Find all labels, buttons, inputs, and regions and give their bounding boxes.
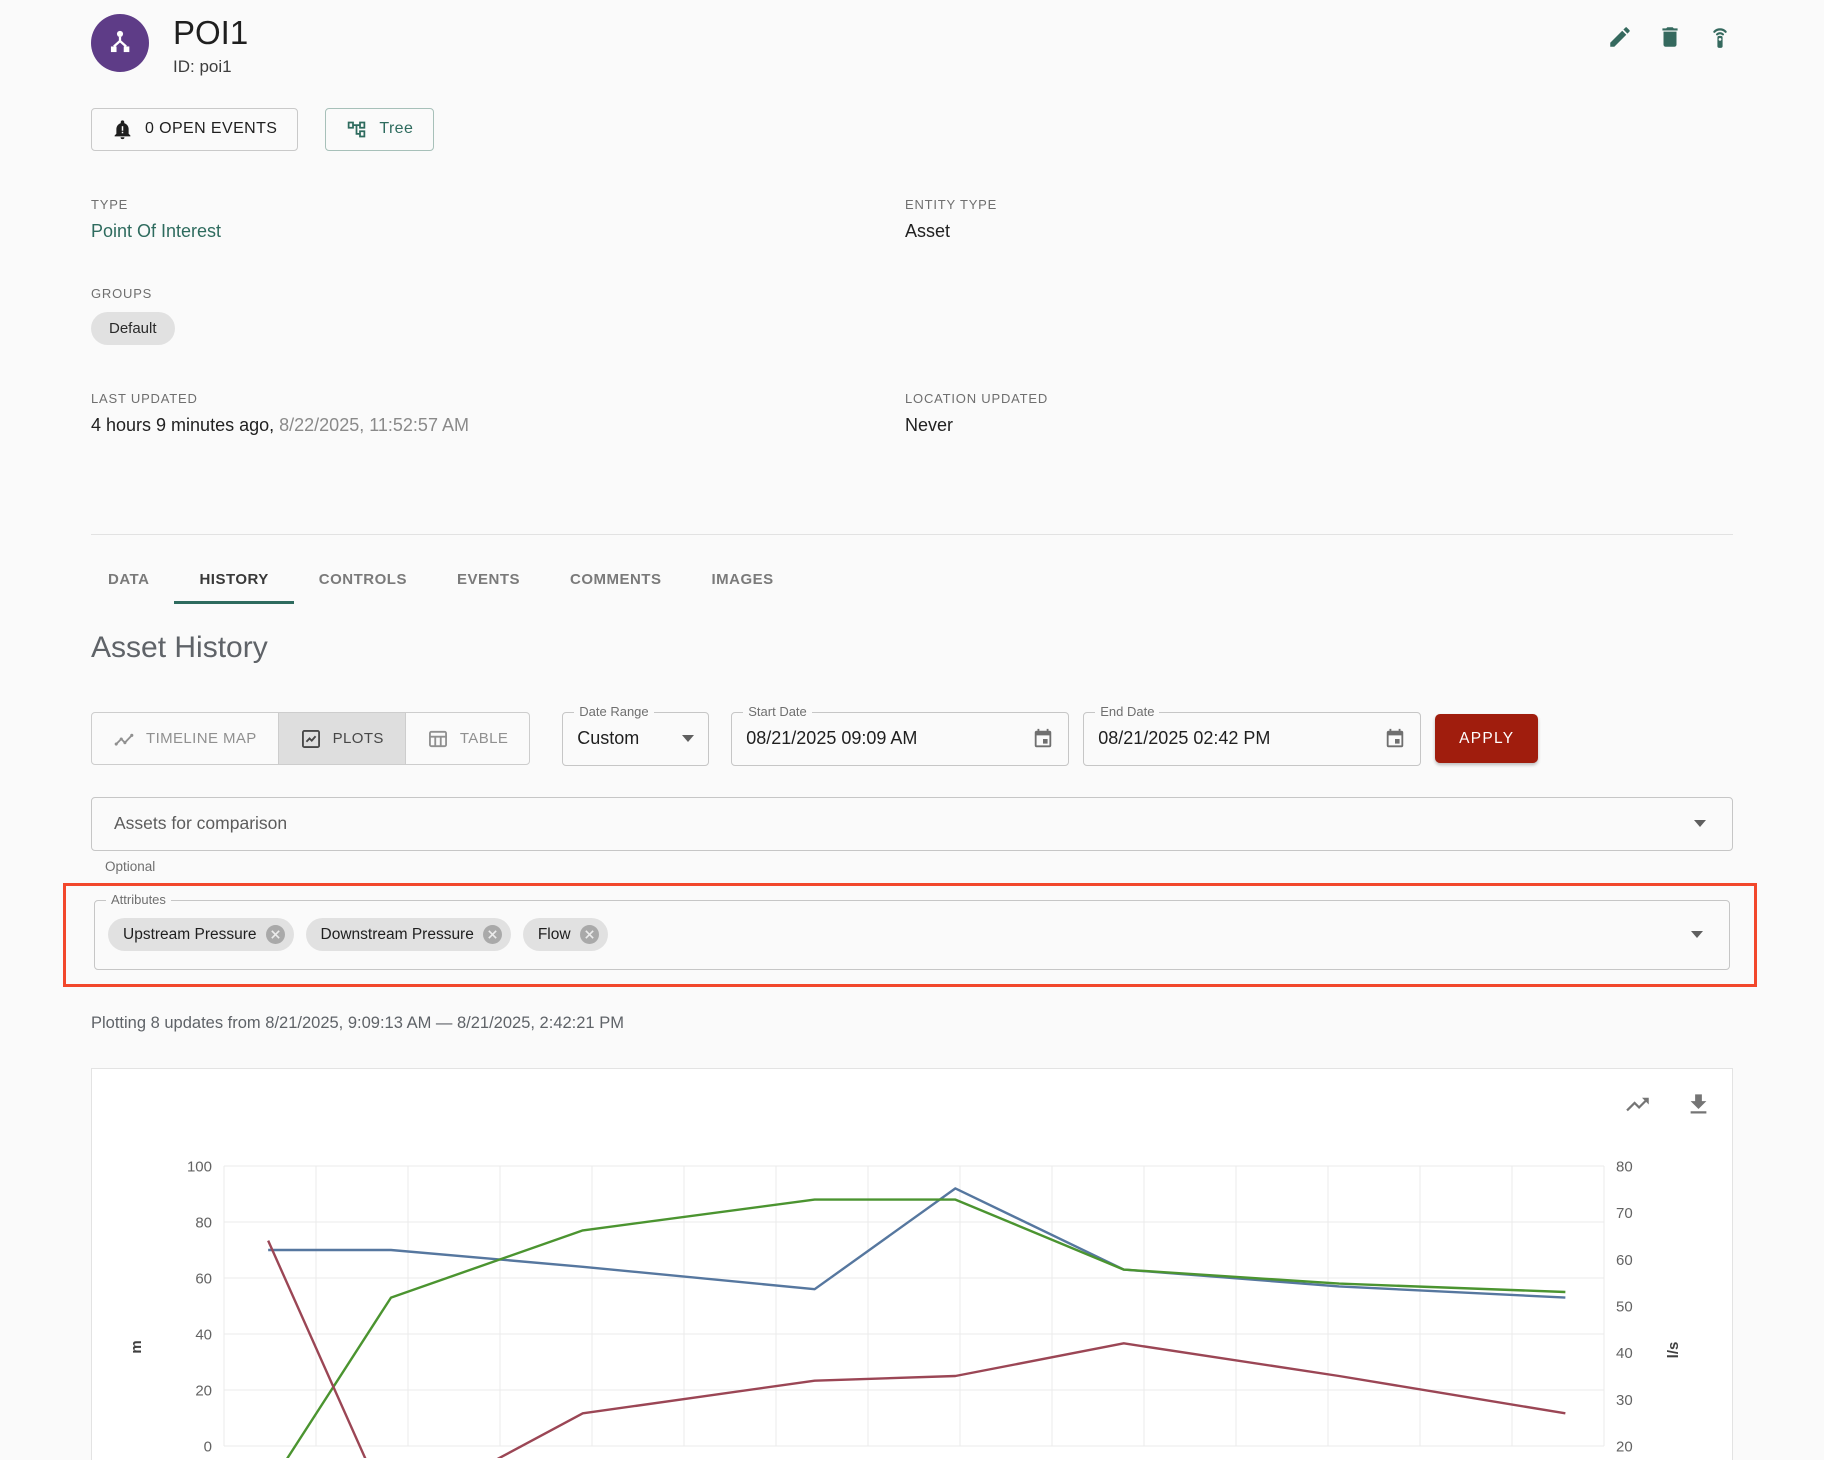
pencil-icon [1607,24,1633,50]
plot-icon [300,728,322,750]
asset-detail-page: POI1 ID: poi1 [0,0,1824,1460]
svg-text:40: 40 [1616,1345,1633,1362]
toggle-table[interactable]: TABLE [405,712,530,765]
history-line-chart: 100 80 60 40 20 0 80 70 60 50 40 30 20 m l/s [92,1069,1734,1458]
start-date-input[interactable]: Start Date 08/21/2025 09:09 AM [731,712,1069,766]
svg-text:100: 100 [187,1158,212,1175]
chip-close-icon[interactable] [483,925,502,944]
svg-text:l/s: l/s [1665,1342,1682,1359]
table-icon [427,728,449,750]
svg-text:40: 40 [195,1326,212,1343]
svg-text:80: 80 [195,1214,212,1231]
location-updated-value: Never [905,415,1733,436]
date-range-label: Date Range [574,704,653,719]
avatar [91,14,149,72]
svg-text:20: 20 [1616,1438,1633,1455]
svg-text:50: 50 [1616,1298,1633,1315]
attribute-chip-downstream-pressure[interactable]: Downstream Pressure [306,918,511,951]
delete-button[interactable] [1657,24,1683,50]
tree-icon [346,119,367,140]
optional-helper: Optional [105,859,1733,874]
svg-text:60: 60 [1616,1252,1633,1269]
chevron-down-icon [682,735,694,742]
view-toggle-group: TIMELINE MAP PLOTS TABLE [91,712,530,765]
trending-up-icon[interactable] [1624,1091,1651,1118]
sensor-button[interactable] [1707,24,1733,50]
annotation-highlight-box: Attributes Upstream Pressure Downstream … [63,883,1757,987]
chip-close-icon[interactable] [266,925,285,944]
tab-comments[interactable]: COMMENTS [545,556,687,604]
chevron-down-icon [1694,820,1706,827]
open-events-label: 0 OPEN EVENTS [145,120,277,138]
entity-type-label: ENTITY TYPE [905,197,1733,212]
attribute-chip-flow[interactable]: Flow [523,918,608,951]
header-actions [1607,14,1733,50]
open-events-button[interactable]: 0 OPEN EVENTS [91,108,298,151]
start-date-value: 08/21/2025 09:09 AM [746,728,917,749]
history-toolbar: TIMELINE MAP PLOTS TABLE Date Range Cust… [91,712,1733,766]
toggle-timeline-map[interactable]: TIMELINE MAP [91,712,279,765]
plot-summary: Plotting 8 updates from 8/21/2025, 9:09:… [91,1014,1733,1033]
header: POI1 ID: poi1 [91,0,1733,77]
type-label: TYPE [91,197,905,212]
chart-panel: 100 80 60 40 20 0 80 70 60 50 40 30 20 m l/s [91,1068,1733,1460]
last-updated-label: LAST UPDATED [91,391,905,406]
svg-text:0: 0 [204,1438,212,1455]
poi-network-icon [104,27,136,59]
tab-history[interactable]: HISTORY [174,556,293,604]
tree-label: Tree [379,120,413,138]
svg-text:60: 60 [195,1270,212,1287]
alert-bell-icon [112,119,133,140]
svg-text:20: 20 [195,1382,212,1399]
svg-text:30: 30 [1616,1392,1633,1409]
divider [91,534,1733,535]
date-range-select[interactable]: Date Range Custom [562,712,709,766]
date-range-value: Custom [577,728,639,749]
tab-images[interactable]: IMAGES [686,556,798,604]
sensor-antenna-icon [1707,24,1733,50]
svg-text:80: 80 [1616,1158,1633,1175]
download-icon[interactable] [1685,1091,1712,1118]
asset-id: ID: poi1 [173,57,248,77]
chip-close-icon[interactable] [580,925,599,944]
group-chip-default[interactable]: Default [91,312,175,345]
toggle-plots[interactable]: PLOTS [278,712,406,765]
timeline-icon [113,728,135,750]
chevron-down-icon [1691,931,1703,938]
svg-text:70: 70 [1616,1205,1633,1222]
type-value-link[interactable]: Point Of Interest [91,221,905,242]
tab-data[interactable]: DATA [91,556,174,604]
calendar-icon[interactable] [1032,728,1054,750]
attribute-chip-upstream-pressure[interactable]: Upstream Pressure [108,918,294,951]
attributes-select[interactable]: Attributes Upstream Pressure Downstream … [94,900,1730,970]
tab-bar: DATA HISTORY CONTROLS EVENTS COMMENTS IM… [91,556,1733,604]
apply-button[interactable]: APPLY [1435,714,1538,763]
trash-icon [1657,24,1683,50]
calendar-icon[interactable] [1384,728,1406,750]
location-updated-label: LOCATION UPDATED [905,391,1733,406]
groups-label: GROUPS [91,286,905,301]
tab-controls[interactable]: CONTROLS [294,556,432,604]
attributes-label: Attributes [106,892,171,907]
last-updated-value: 4 hours 9 minutes ago, 8/22/2025, 11:52:… [91,415,905,436]
entity-type-value: Asset [905,221,1733,242]
edit-button[interactable] [1607,24,1633,50]
svg-text:m: m [128,1340,145,1353]
end-date-value: 08/21/2025 02:42 PM [1098,728,1270,749]
tree-button[interactable]: Tree [325,108,434,151]
section-heading: Asset History [91,631,1733,665]
assets-comparison-select[interactable]: Assets for comparison [91,797,1733,851]
assets-placeholder: Assets for comparison [114,813,287,834]
end-date-input[interactable]: End Date 08/21/2025 02:42 PM [1083,712,1421,766]
tab-events[interactable]: EVENTS [432,556,545,604]
page-title: POI1 [173,14,248,52]
